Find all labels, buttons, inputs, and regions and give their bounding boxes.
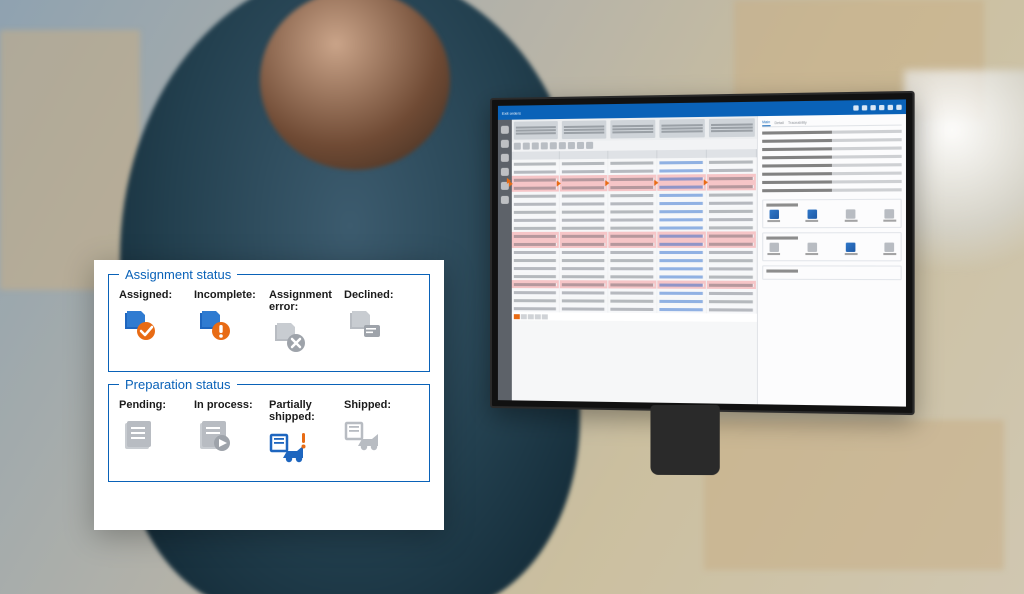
toolbar-btn[interactable] (541, 142, 548, 149)
table-row[interactable] (512, 248, 757, 256)
filter-box[interactable] (562, 120, 606, 139)
status-assigned: Assigned: (119, 289, 194, 355)
toolbar-btn[interactable] (559, 142, 566, 149)
status-partially-shipped: Partially shipped: (269, 399, 344, 465)
incomplete-icon (194, 307, 234, 343)
titlebar-icon[interactable] (870, 105, 875, 110)
filter-box[interactable] (709, 118, 755, 137)
rail-btn[interactable] (501, 196, 509, 204)
titlebar-icon[interactable] (862, 105, 867, 110)
assignment-status-fieldset: Assignment status Assigned: Incomplete: (108, 274, 430, 372)
extra-mini (762, 265, 901, 280)
toolbar-btn[interactable] (586, 142, 593, 149)
status-label: Incomplete: (194, 289, 256, 301)
desk-lamp (904, 70, 1024, 270)
filter-box[interactable] (514, 121, 558, 140)
rail-btn[interactable] (501, 140, 509, 148)
preparation-status-title: Preparation status (119, 377, 237, 392)
status-incomplete: Incomplete: (194, 289, 269, 355)
table-row[interactable] (512, 256, 757, 264)
main-column (512, 116, 757, 404)
status-label: Declined: (344, 289, 394, 301)
status-label: Assigned: (119, 289, 172, 301)
monitor: Exit orders (490, 91, 915, 415)
rail-btn[interactable] (501, 168, 509, 176)
filters-row (512, 116, 757, 142)
partially-shipped-icon (269, 429, 309, 465)
status-label: Pending: (119, 399, 166, 411)
toolbar-btn[interactable] (568, 142, 575, 149)
filter-box[interactable] (610, 120, 655, 139)
titlebar-icons (853, 104, 901, 110)
detail-panel: Main Detail Traceability (757, 114, 906, 407)
pager[interactable] (512, 312, 757, 322)
app-screen: Exit orders (498, 99, 906, 406)
in-process-icon (194, 417, 234, 453)
titlebar-icon[interactable] (896, 104, 901, 109)
status-label: In process: (194, 399, 253, 411)
titlebar-icon[interactable] (853, 105, 858, 110)
table-row[interactable] (512, 240, 757, 248)
app-title: Exit orders (502, 110, 521, 115)
side-rail (498, 120, 512, 401)
status-shipped: Shipped: (344, 399, 419, 465)
status-in-process: In process: (194, 399, 269, 465)
declined-icon (344, 307, 384, 343)
preparation-status-mini (762, 232, 901, 261)
tab-detail[interactable]: Detail (774, 121, 783, 126)
shipped-icon (344, 417, 384, 453)
detail-kv (762, 130, 901, 196)
status-legend-card: Assignment status Assigned: Incomplete: (94, 260, 444, 530)
table-row[interactable] (512, 231, 757, 240)
status-pending: Pending: (119, 399, 194, 465)
monitor-stand (650, 405, 719, 475)
status-declined: Declined: (344, 289, 419, 355)
status-label: Shipped: (344, 399, 391, 411)
titlebar-icon[interactable] (888, 104, 893, 109)
toolbar-btn[interactable] (514, 143, 521, 150)
assignment-status-mini (762, 199, 901, 229)
toolbar-btn[interactable] (523, 143, 530, 150)
assignment-status-title: Assignment status (119, 267, 237, 282)
toolbar-btn[interactable] (550, 142, 557, 149)
pending-icon (119, 417, 159, 453)
rail-btn[interactable] (501, 154, 509, 162)
rail-btn[interactable] (501, 126, 509, 134)
assignment-error-icon (269, 319, 309, 355)
toolbar-btn[interactable] (577, 142, 584, 149)
status-label: Assignment error: (269, 289, 344, 313)
toolbar-btn[interactable] (532, 142, 539, 149)
tab-traceability[interactable]: Traceability (788, 121, 807, 126)
filter-box[interactable] (659, 119, 704, 138)
detail-tabs: Main Detail Traceability (762, 117, 901, 127)
titlebar-icon[interactable] (879, 104, 884, 109)
status-assignment-error: Assignment error: (269, 289, 344, 355)
orders-table (512, 149, 757, 404)
status-label: Partially shipped: (269, 399, 344, 423)
tab-main[interactable]: Main (762, 120, 770, 126)
assigned-icon (119, 307, 159, 343)
preparation-status-fieldset: Preparation status Pending: In process: (108, 384, 430, 482)
